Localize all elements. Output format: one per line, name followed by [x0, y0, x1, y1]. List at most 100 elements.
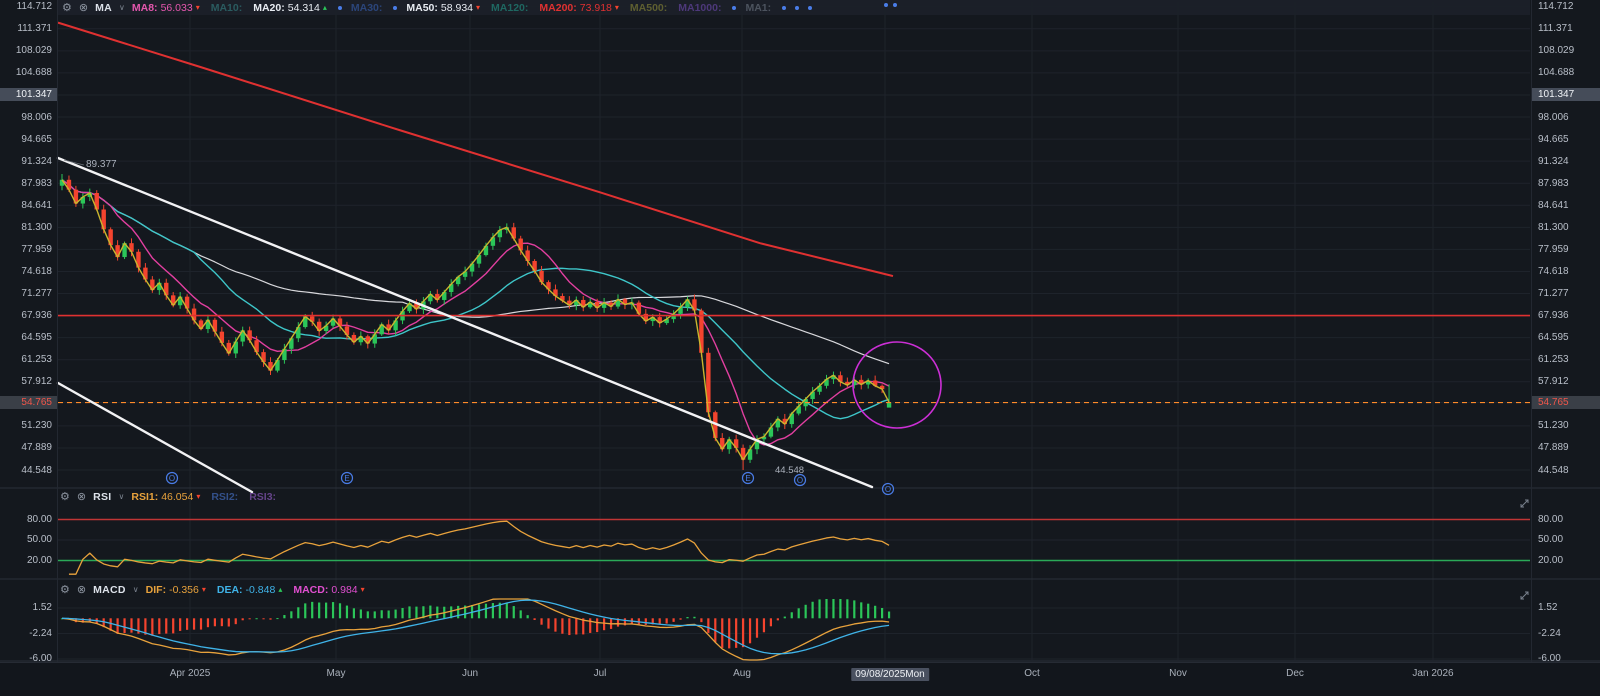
time-axis[interactable]: Apr 2025MayJunJulAug09/08/2025MonOctNovD… — [0, 662, 1600, 696]
price-label: 104.688 — [1532, 66, 1600, 79]
indicator-label: RSI3: — [249, 491, 276, 503]
indicator-value: 56.033 — [161, 2, 193, 14]
expand-panel-icon[interactable] — [1521, 592, 1528, 599]
indicator-item[interactable]: MACD:0.984▾ — [293, 584, 364, 596]
indicator-label: MA120: — [491, 2, 528, 14]
price-label: 98.006 — [1532, 111, 1600, 124]
close-icon[interactable]: ⊗ — [79, 1, 88, 14]
indicator-item[interactable]: MA10: — [211, 2, 243, 14]
arrow-down-icon: ▾ — [615, 3, 619, 12]
ma-values-list: MA8:56.033▾ MA10: MA20:54.314▴ MA30: MA50:58… — [132, 2, 819, 14]
price-label: 108.029 — [0, 44, 57, 57]
price-label: 67.936 — [0, 309, 57, 322]
main-indicator-bar: ⚙ ⊗ MA ∨ MA8:56.033▾ MA10: MA20:54.314▴ MA3… — [58, 0, 1530, 15]
svg-text:O: O — [885, 485, 891, 494]
price-label: 74.618 — [0, 265, 57, 278]
indicator-item[interactable]: MA500: — [630, 2, 667, 14]
price-label: 91.324 — [0, 155, 57, 168]
indicator-label: DIF: — [146, 584, 166, 596]
indicator-dot — [732, 6, 736, 10]
indicator-item[interactable]: RSI2: — [211, 491, 238, 503]
price-label: 57.912 — [1532, 375, 1600, 388]
indicator-label: MACD: — [293, 584, 328, 596]
indicator-label: MA1000: — [678, 2, 721, 14]
indicator-item[interactable]: DIF:-0.356▾ — [146, 584, 206, 596]
indicator-item[interactable]: MA50:58.934▾ — [406, 2, 480, 14]
svg-text:O: O — [797, 476, 803, 485]
indicator-label: MA1: — [745, 2, 771, 14]
price-label: 101.347 — [1532, 88, 1600, 101]
indicator-label: RSI1: — [131, 491, 158, 503]
chevron-down-icon[interactable]: ∨ — [133, 585, 139, 594]
time-label: May — [327, 668, 346, 679]
price-label: 61.253 — [1532, 353, 1600, 366]
close-icon[interactable]: ⊗ — [77, 490, 86, 503]
price-label: 64.595 — [1532, 331, 1600, 344]
indicator-item[interactable]: DEA:-0.848▴ — [217, 584, 282, 596]
indicator-item[interactable]: MA120: — [491, 2, 528, 14]
price-label: 51.230 — [1532, 419, 1600, 432]
settings-icon[interactable]: ⚙ — [60, 583, 70, 596]
chevron-down-icon[interactable]: ∨ — [119, 492, 125, 501]
indicator-item[interactable]: MA20:54.314▴ — [253, 2, 327, 14]
current-date-label: 09/08/2025Mon — [851, 668, 929, 681]
svg-text:E: E — [745, 474, 750, 483]
expand-panel-icon[interactable] — [1521, 500, 1528, 507]
indicator-item[interactable]: RSI3: — [249, 491, 276, 503]
arrow-down-icon: ▾ — [196, 3, 200, 12]
event-marker-icon[interactable]: O — [167, 473, 178, 484]
indicator-value: 0.984 — [331, 584, 357, 596]
arrow-up-icon: ▴ — [278, 585, 282, 594]
indicator-item[interactable]: MA8:56.033▾ — [132, 2, 200, 14]
price-label: 94.665 — [0, 133, 57, 146]
price-label: -2.24 — [1532, 627, 1600, 640]
event-marker-icon[interactable]: O — [883, 484, 894, 495]
close-icon[interactable]: ⊗ — [77, 583, 86, 596]
trendline-drawing[interactable] — [58, 158, 872, 487]
indicator-item[interactable]: MA200:73.918▾ — [539, 2, 619, 14]
circle-drawing[interactable] — [853, 342, 941, 428]
chevron-down-icon[interactable]: ∨ — [119, 3, 125, 12]
indicator-label: RSI2: — [211, 491, 238, 503]
indicator-item[interactable]: MA30: — [351, 2, 383, 14]
indicator-name-ma[interactable]: MA — [95, 2, 112, 14]
price-label: 64.595 — [0, 331, 57, 344]
indicator-label: MA10: — [211, 2, 243, 14]
settings-icon[interactable]: ⚙ — [60, 490, 70, 503]
time-label: Oct — [1024, 668, 1040, 679]
price-axis-left[interactable]: 114.712111.371108.029104.688101.34798.00… — [0, 0, 58, 662]
indicator-item[interactable]: MA1000: — [678, 2, 721, 14]
time-label: Aug — [733, 668, 751, 679]
price-label: 51.230 — [0, 419, 57, 432]
price-label: 71.277 — [0, 287, 57, 300]
price-label: 98.006 — [0, 111, 57, 124]
arrow-down-icon: ▾ — [202, 585, 206, 594]
price-label: 111.371 — [0, 22, 57, 35]
time-label: Jun — [462, 668, 478, 679]
time-label: Dec — [1286, 668, 1304, 679]
trendline-drawing[interactable] — [58, 383, 252, 492]
price-label: 54.765 — [1532, 396, 1600, 409]
close-price-line — [62, 180, 889, 460]
event-marker-icon[interactable]: E — [342, 473, 353, 484]
ma8-line — [62, 180, 889, 445]
settings-icon[interactable]: ⚙ — [62, 1, 72, 14]
indicator-item[interactable]: MA1: — [745, 2, 771, 14]
price-axis-right[interactable]: 114.712111.371108.029104.688101.34798.00… — [1531, 0, 1600, 662]
price-label: 50.00 — [0, 533, 57, 546]
indicator-dot — [795, 6, 799, 10]
indicator-name-rsi[interactable]: RSI — [93, 491, 111, 503]
time-label: Nov — [1169, 668, 1187, 679]
indicator-label: MA20: — [253, 2, 285, 14]
price-label: 101.347 — [0, 88, 57, 101]
indicator-name-macd[interactable]: MACD — [93, 584, 126, 596]
time-label: Jan 2026 — [1412, 668, 1453, 679]
event-marker-icon[interactable]: O — [795, 475, 806, 486]
event-marker-icon[interactable]: E — [743, 473, 754, 484]
price-label: 81.300 — [0, 221, 57, 234]
trendline-price-label[interactable]: 89.377 — [86, 159, 117, 170]
indicator-item[interactable]: RSI1:46.054▾ — [131, 491, 200, 503]
price-label: 1.52 — [1532, 601, 1600, 614]
indicator-value: -0.356 — [169, 584, 199, 596]
price-label: 61.253 — [0, 353, 57, 366]
